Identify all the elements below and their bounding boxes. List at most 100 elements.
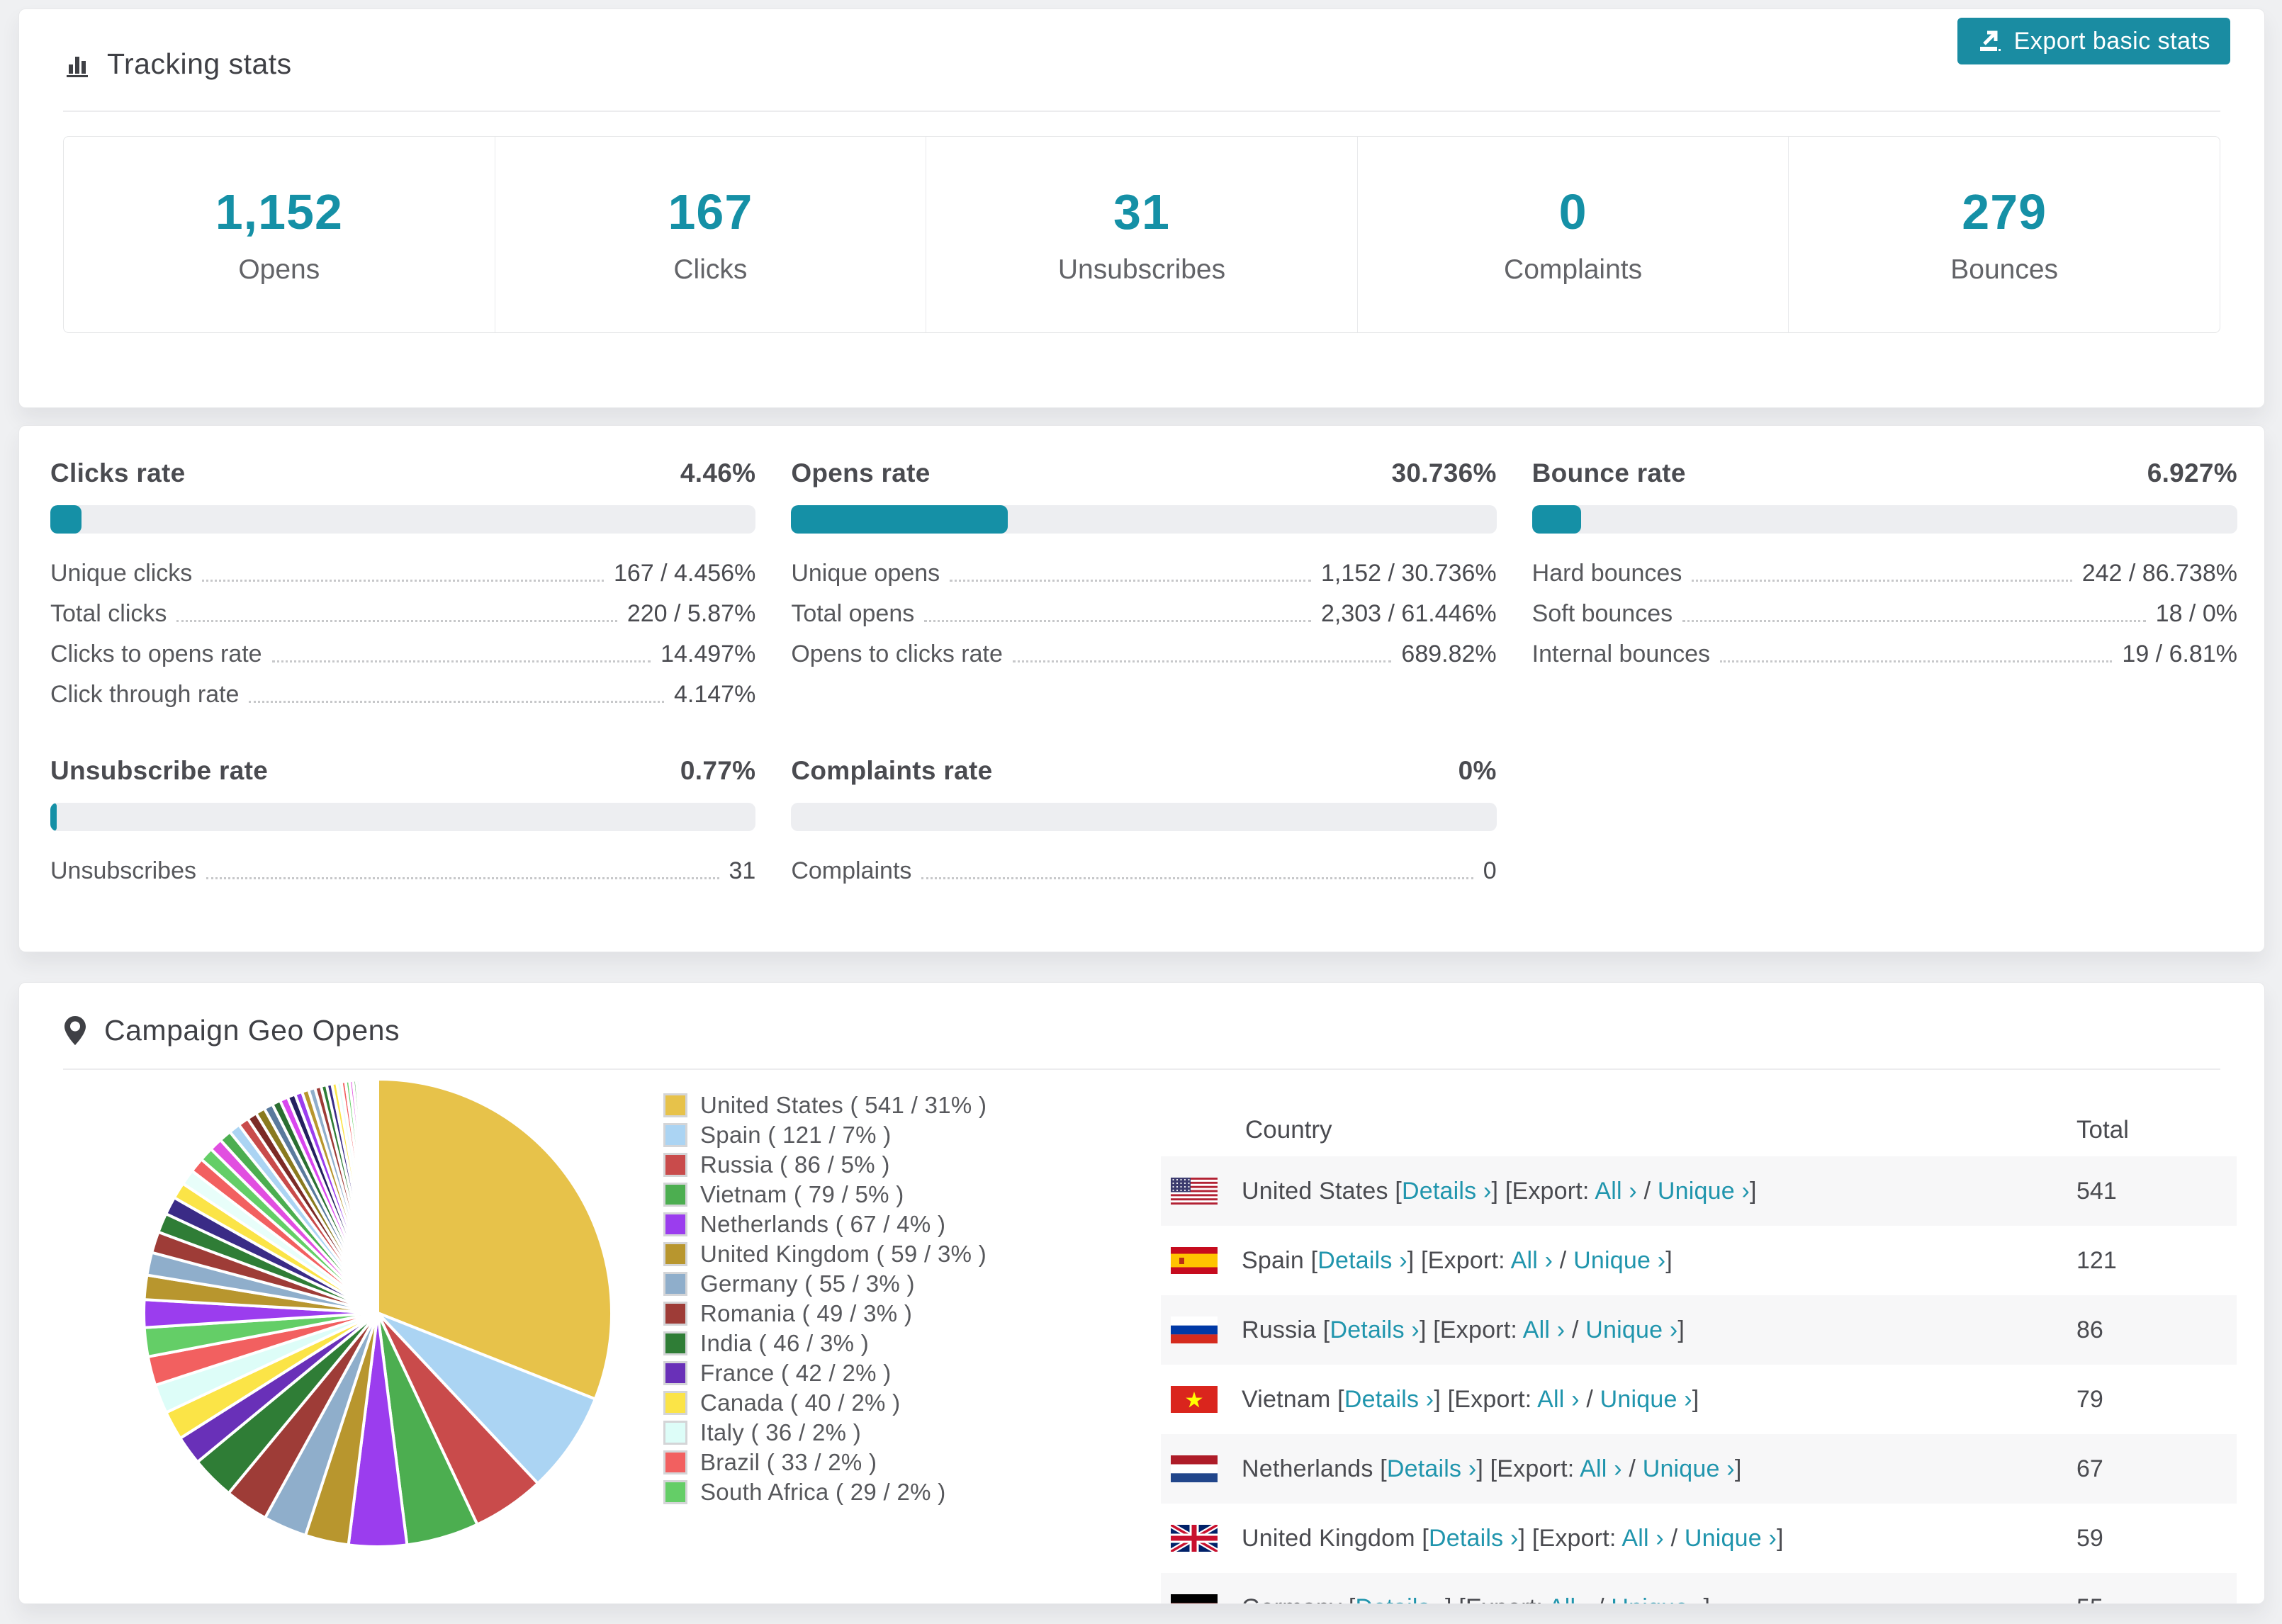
legend-swatch (663, 1183, 687, 1207)
legend-item-south-africa[interactable]: South Africa ( 29 / 2% ) (663, 1477, 987, 1507)
legend-swatch (663, 1421, 687, 1445)
export-all-link[interactable]: All › (1537, 1386, 1580, 1413)
rate-title: Clicks rate (50, 458, 186, 487)
total-cell: 121 (2076, 1246, 2117, 1274)
details-link[interactable]: Details › (1317, 1247, 1407, 1274)
legend-swatch (663, 1272, 687, 1296)
stat-cell-complaints: 0 Complaints (1356, 137, 1789, 332)
legend-item-spain[interactable]: Spain ( 121 / 7% ) (663, 1120, 987, 1150)
country-cell: United States [Details ›] [Export: All ›… (1161, 1178, 2076, 1205)
export-unique-link[interactable]: Unique › (1643, 1455, 1735, 1482)
details-link[interactable]: Details › (1356, 1594, 1446, 1604)
dotted-leader (1012, 660, 1392, 662)
export-unique-link[interactable]: Unique › (1600, 1386, 1692, 1413)
total-column-header: Total (2076, 1115, 2129, 1144)
rate-row-value: 2,303 / 61.446% (1321, 600, 1497, 627)
legend-item-vietnam[interactable]: Vietnam ( 79 / 5% ) (663, 1180, 987, 1209)
country-row-text: United States [Details ›] [Export: All ›… (1242, 1177, 1757, 1205)
export-all-link[interactable]: All › (1548, 1594, 1591, 1604)
export-unique-link[interactable]: Unique › (1611, 1594, 1703, 1604)
legend-item-germany[interactable]: Germany ( 55 / 3% ) (663, 1269, 987, 1299)
details-link[interactable]: Details › (1402, 1178, 1492, 1205)
country-cell: Germany [Details ›] [Export: All › / Uni… (1161, 1594, 2076, 1604)
country-name: Spain (1242, 1246, 1311, 1274)
legend-swatch (663, 1450, 687, 1474)
table-row-de: Germany [Details ›] [Export: All › / Uni… (1161, 1573, 2237, 1604)
rate-row: Unsubscribes 31 (50, 851, 755, 891)
export-all-link[interactable]: All › (1580, 1455, 1622, 1482)
table-row-gb: United Kingdom [Details ›] [Export: All … (1161, 1504, 2237, 1573)
export-basic-stats-button[interactable]: Export basic stats (1957, 18, 2230, 64)
country-cell: Vietnam [Details ›] [Export: All › / Uni… (1161, 1386, 2076, 1414)
export-all-link[interactable]: All › (1523, 1316, 1566, 1343)
rate-row: Soft bounces 18 / 0% (1532, 594, 2237, 634)
rate-row-value: 242 / 86.738% (2081, 560, 2237, 587)
legend-item-italy[interactable]: Italy ( 36 / 2% ) (663, 1418, 987, 1448)
country-cell: United Kingdom [Details ›] [Export: All … (1161, 1525, 2076, 1552)
stat-label: Complaints (1504, 254, 1643, 285)
rate-title: Opens rate (791, 458, 931, 487)
table-row-vn: Vietnam [Details ›] [Export: All › / Uni… (1161, 1365, 2237, 1434)
total-cell: 86 (2076, 1316, 2103, 1343)
legend-item-united-states[interactable]: United States ( 541 / 31% ) (663, 1090, 987, 1120)
flag-de-icon (1171, 1594, 1218, 1603)
legend-label: India ( 46 / 3% ) (700, 1330, 870, 1356)
legend-label: Germany ( 55 / 3% ) (700, 1270, 915, 1297)
stat-label: Clicks (673, 254, 748, 285)
country-row-text: Spain [Details ›] [Export: All › / Uniqu… (1242, 1246, 1673, 1274)
legend-label: Brazil ( 33 / 2% ) (700, 1449, 877, 1475)
export-unique-link[interactable]: Unique › (1573, 1247, 1665, 1274)
flag-gb-icon (1171, 1525, 1218, 1552)
stat-cell-opens: 1,152 Opens (64, 137, 495, 332)
legend-item-russia[interactable]: Russia ( 86 / 5% ) (663, 1150, 987, 1180)
rate-row-label: Total clicks (50, 600, 167, 627)
legend-swatch (663, 1093, 687, 1117)
export-unique-link[interactable]: Unique › (1685, 1525, 1777, 1552)
flag-nl-icon (1171, 1455, 1218, 1482)
campaign-geo-opens-card: Campaign Geo Opens United States ( 541 /… (18, 982, 2265, 1604)
rate-row-value: 19 / 6.81% (2122, 641, 2237, 667)
legend-label: Italy ( 36 / 2% ) (700, 1419, 862, 1445)
legend-label: Canada ( 40 / 2% ) (700, 1389, 901, 1416)
country-name: Netherlands (1242, 1455, 1381, 1482)
legend-item-united-kingdom[interactable]: United Kingdom ( 59 / 3% ) (663, 1239, 987, 1269)
export-all-link[interactable]: All › (1511, 1247, 1553, 1274)
legend-item-romania[interactable]: Romania ( 49 / 3% ) (663, 1299, 987, 1329)
rates-card: Clicks rate 4.46% Unique clicks 167 / 4.456… (18, 425, 2265, 952)
geo-header: Campaign Geo Opens (63, 983, 2220, 1070)
details-link[interactable]: Details › (1344, 1386, 1434, 1413)
legend-label: France ( 42 / 2% ) (700, 1360, 892, 1386)
rate-row: Total clicks 220 / 5.87% (50, 594, 755, 634)
legend-item-france[interactable]: France ( 42 / 2% ) (663, 1358, 987, 1388)
dotted-leader (176, 619, 617, 622)
rate-section-unsubscribe-rate: Unsubscribe rate 0.77% Unsubscribes 31 (50, 756, 756, 891)
rate-row-value: 14.497% (661, 641, 756, 667)
legend-swatch (663, 1123, 687, 1147)
rate-row-label: Total opens (791, 600, 915, 627)
details-link[interactable]: Details › (1330, 1316, 1420, 1343)
export-all-link[interactable]: All › (1621, 1525, 1664, 1552)
legend-item-brazil[interactable]: Brazil ( 33 / 2% ) (663, 1448, 987, 1477)
export-all-link[interactable]: All › (1595, 1178, 1637, 1205)
dotted-leader (924, 619, 1311, 622)
details-link[interactable]: Details › (1429, 1525, 1519, 1552)
export-unique-link[interactable]: Unique › (1585, 1316, 1677, 1343)
rate-row-value: 31 (729, 857, 756, 884)
country-row-text: United Kingdom [Details ›] [Export: All … (1242, 1524, 1784, 1552)
dotted-leader (1720, 660, 2113, 662)
country-cell: Netherlands [Details ›] [Export: All › /… (1161, 1455, 2076, 1483)
country-row-text: Netherlands [Details ›] [Export: All › /… (1242, 1455, 1742, 1482)
dotted-leader (921, 876, 1473, 879)
legend-item-netherlands[interactable]: Netherlands ( 67 / 4% ) (663, 1209, 987, 1239)
rate-row-label: Clicks to opens rate (50, 641, 262, 667)
country-cell: Russia [Details ›] [Export: All › / Uniq… (1161, 1316, 2076, 1344)
legend-item-canada[interactable]: Canada ( 40 / 2% ) (663, 1388, 987, 1418)
legend-label: Spain ( 121 / 7% ) (700, 1122, 892, 1148)
rate-rows: Unsubscribes 31 (50, 851, 755, 891)
export-icon (1977, 28, 2003, 54)
details-link[interactable]: Details › (1387, 1455, 1477, 1482)
legend-item-india[interactable]: India ( 46 / 3% ) (663, 1329, 987, 1358)
rate-row: Unique opens 1,152 / 30.736% (791, 553, 1496, 594)
rate-row-value: 1,152 / 30.736% (1321, 560, 1497, 587)
export-unique-link[interactable]: Unique › (1658, 1178, 1750, 1205)
